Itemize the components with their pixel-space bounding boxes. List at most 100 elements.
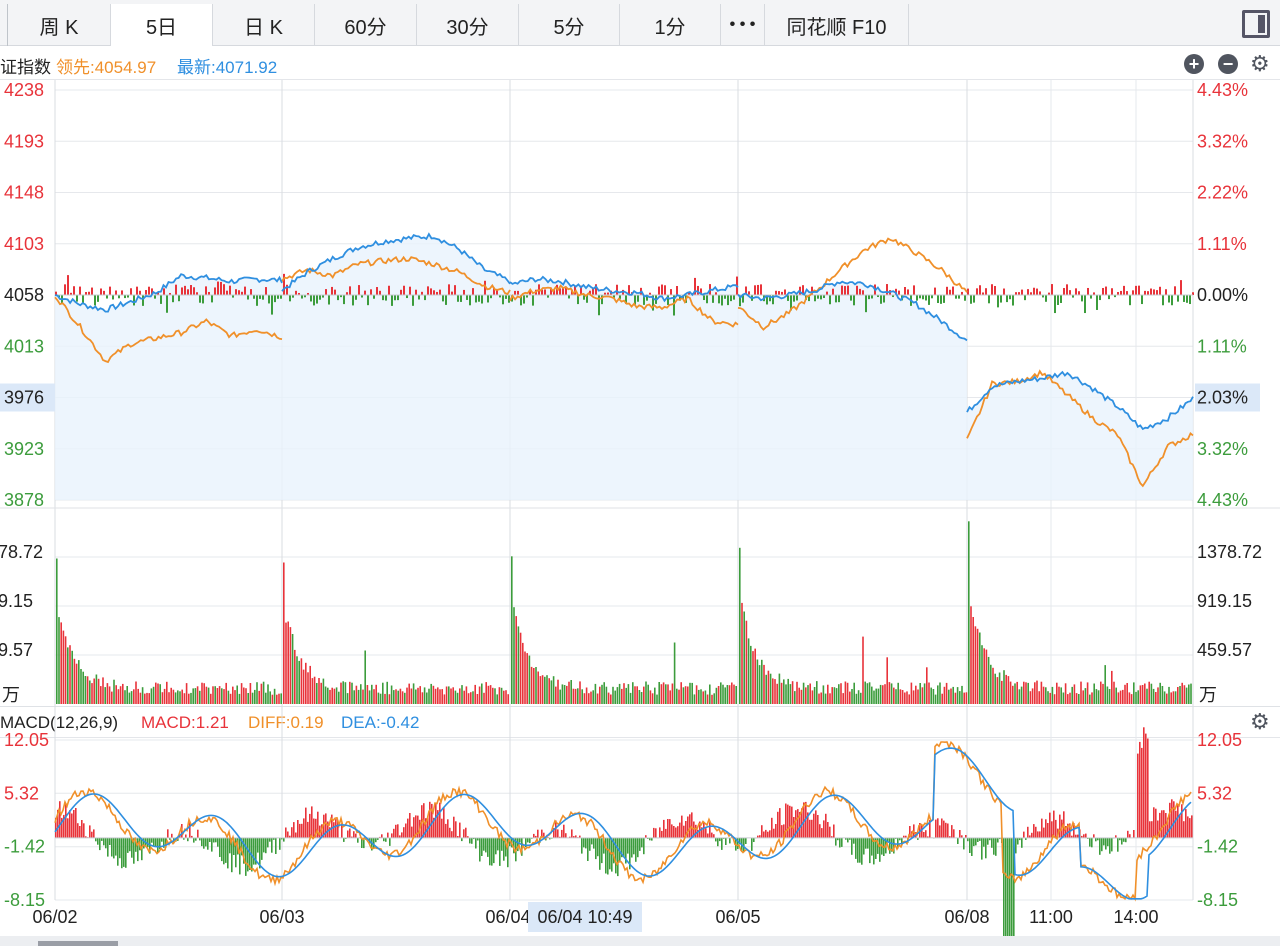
macd-bar-up — [1137, 753, 1139, 838]
tab-30-min[interactable]: 30分 — [417, 4, 519, 46]
tick-bar-up — [430, 288, 432, 295]
volume-bar — [570, 680, 572, 704]
volume-bar — [1115, 687, 1117, 704]
tick-bar-down — [814, 295, 816, 302]
layout-toggle-icon[interactable] — [1242, 10, 1270, 38]
volume-bar — [800, 689, 803, 704]
volume-bar — [561, 684, 564, 704]
volume-bar — [647, 684, 649, 704]
zoom-out-icon[interactable]: − — [1218, 54, 1238, 74]
volume-bar — [1126, 683, 1128, 704]
volume-bar — [954, 692, 957, 704]
tick-bar-up — [67, 275, 69, 295]
tab-more[interactable]: • • • — [721, 4, 765, 46]
macd-bar-up — [1185, 809, 1187, 838]
zoom-in-icon[interactable]: + — [1184, 54, 1204, 74]
macd-bar-up — [65, 803, 67, 838]
macd-bar-up — [391, 833, 393, 838]
scroll-thumb[interactable] — [38, 941, 118, 946]
tick-bar-up — [1087, 287, 1089, 295]
macd-bar-up — [451, 831, 453, 838]
tick-bar-up — [757, 284, 759, 295]
macd-bar-up — [671, 824, 673, 838]
macd-bar-up — [81, 820, 83, 838]
tick-bar-down — [160, 295, 162, 304]
volume-bar — [857, 690, 860, 704]
volume-bar — [926, 667, 928, 704]
volume-bar — [972, 617, 974, 704]
tick-bar-down — [253, 295, 255, 299]
tick-bar-up — [181, 287, 183, 295]
macd-bar-down — [343, 837, 345, 842]
volume-bar — [629, 692, 632, 704]
x-axis-label: 06/03 — [259, 907, 304, 927]
volume-bar — [1067, 694, 1069, 704]
volume-bar — [603, 682, 605, 704]
price-tick-left: 4058 — [4, 285, 44, 305]
tick-bar-down — [259, 295, 261, 299]
index-name: 证指数 — [0, 58, 51, 77]
volume-bar — [498, 687, 501, 704]
volume-bar — [873, 690, 875, 704]
volume-bar — [866, 683, 869, 704]
volume-bar — [818, 693, 820, 704]
price-settings-gear-icon[interactable]: ⚙ — [1250, 53, 1270, 75]
macd-bar-down — [611, 837, 613, 872]
volume-bar — [908, 694, 910, 704]
volume-bar — [170, 687, 172, 704]
volume-bar — [377, 692, 380, 704]
macd-bar-up — [463, 829, 465, 838]
volume-bar — [985, 649, 988, 704]
macd-bar-down — [589, 837, 591, 851]
volume-bar — [890, 683, 893, 704]
tick-bar-down — [373, 295, 375, 299]
macd-bar-up — [453, 816, 455, 838]
volume-bar — [658, 682, 660, 704]
tick-bar-down — [865, 295, 867, 313]
scroll-strip[interactable] — [0, 936, 1280, 946]
tick-bar-up — [904, 286, 906, 295]
tab-60-min[interactable]: 60分 — [315, 4, 417, 46]
macd-bar-up — [821, 828, 823, 838]
tick-bar-up — [907, 289, 909, 295]
macd-bar-up — [677, 826, 679, 838]
tab-f10[interactable]: 同花顺 F10 — [765, 4, 909, 46]
tick-bar-up — [1135, 285, 1137, 295]
volume-bar — [796, 681, 798, 704]
macd-bar-up — [691, 812, 693, 838]
macd-bar-up — [941, 818, 943, 838]
tick-bar-down — [178, 295, 180, 302]
tab-5-min[interactable]: 5分 — [519, 4, 620, 46]
tab-5-day[interactable]: 5日 — [111, 4, 213, 46]
macd-bar-up — [353, 831, 355, 838]
volume-bar — [735, 686, 737, 704]
macd-bar-up — [953, 829, 955, 838]
volume-bar — [680, 682, 682, 704]
tick-bar-up — [136, 286, 138, 295]
macd-bar-down — [853, 837, 855, 844]
volume-bar — [333, 688, 336, 704]
volume-bar — [95, 674, 98, 704]
tab-day-k[interactable]: 日 K — [213, 4, 315, 46]
tab-week-k[interactable]: 周 K — [8, 4, 111, 46]
volume-bar — [706, 694, 709, 704]
tick-bar-up — [1021, 289, 1023, 295]
tab-1-min[interactable]: 1分 — [620, 4, 721, 46]
tick-bar-down — [313, 295, 315, 306]
macd-bar-up — [1077, 834, 1079, 838]
five-day-chart[interactable]: 4238 4193 4148 4103 4058 4013 3976 3923 3878 4.43… — [0, 80, 1280, 936]
volume-bar — [1082, 690, 1084, 704]
volume-bar — [519, 632, 522, 704]
macd-bar-down — [469, 837, 471, 844]
tick-bar-up — [64, 284, 66, 295]
volume-bar — [1091, 692, 1093, 704]
volume-bar — [638, 690, 641, 704]
macd-bar-down — [633, 837, 635, 855]
macd-bar-down — [863, 837, 865, 855]
volume-bar — [961, 685, 963, 704]
volume-bar — [731, 682, 733, 704]
volume-bar — [467, 693, 470, 704]
volume-bar — [1058, 686, 1060, 704]
macd-bar-up — [1173, 801, 1175, 838]
macd-bar-down — [161, 837, 163, 842]
